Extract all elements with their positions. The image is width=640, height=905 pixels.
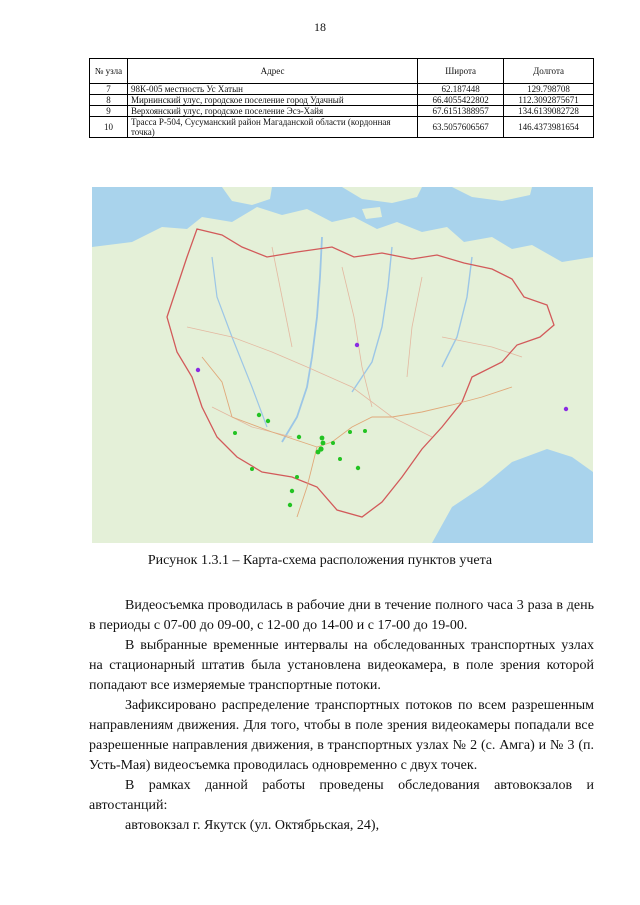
paragraph: В выбранные временные интервалы на обсле… — [89, 638, 594, 693]
node-longitude: 146.4373981654 — [503, 116, 594, 138]
paragraph: В рамках данной работы проведены обследо… — [89, 778, 594, 813]
paragraph: автовокзал г. Якутск (ул. Октябрьская, 2… — [125, 818, 380, 833]
header-latitude: Широта — [417, 58, 505, 84]
header-longitude: Долгота — [503, 58, 594, 84]
node-address: 98К-005 местность Ус Хатын — [126, 83, 419, 95]
node-latitude: 66.4055422802 — [417, 94, 505, 106]
nodes-table: № узла Адрес Широта Долгота 7 98К-005 ме… — [89, 58, 594, 138]
figure-caption: Рисунок 1.3.1 – Карта-схема расположения… — [147, 553, 493, 568]
node-longitude: 112.3092875671 — [503, 94, 594, 106]
node-latitude: 62.187448 — [417, 83, 505, 95]
node-longitude: 129.798708 — [503, 83, 594, 95]
node-latitude: 67.6151388957 — [417, 105, 505, 117]
node-address: Трасса Р-504, Сусуманский район Магаданс… — [126, 116, 419, 138]
node-number: 8 — [89, 94, 128, 106]
header-node-number: № узла — [89, 58, 128, 84]
body-text: Видеосъемка проводилась в рабочие дни в … — [89, 596, 594, 836]
region-map — [92, 187, 593, 543]
paragraph: Зафиксировано распределение транспортных… — [89, 698, 594, 773]
node-number: 10 — [89, 116, 128, 138]
table-row: 8 Мирнинский улус, городское поселение г… — [89, 94, 594, 106]
node-number: 9 — [89, 105, 128, 117]
node-longitude: 134.6139082728 — [503, 105, 594, 117]
node-address: Верхоянский улус, городское поселение Эс… — [126, 105, 419, 117]
node-address: Мирнинский улус, городское поселение гор… — [126, 94, 419, 106]
node-number: 7 — [89, 83, 128, 95]
table-row: 7 98К-005 местность Ус Хатын 62.187448 1… — [89, 83, 594, 95]
header-address: Адрес — [126, 58, 419, 84]
region-map-graphic — [92, 187, 593, 543]
page-number: 18 — [314, 20, 326, 34]
paragraph: Видеосъемка проводилась в рабочие дни в … — [89, 598, 594, 633]
table-header-row: № узла Адрес Широта Долгота — [89, 58, 594, 84]
table-row: 9 Верхоянский улус, городское поселение … — [89, 105, 594, 117]
table-row: 10 Трасса Р-504, Сусуманский район Магад… — [89, 116, 594, 138]
node-latitude: 63.5057606567 — [417, 116, 505, 138]
